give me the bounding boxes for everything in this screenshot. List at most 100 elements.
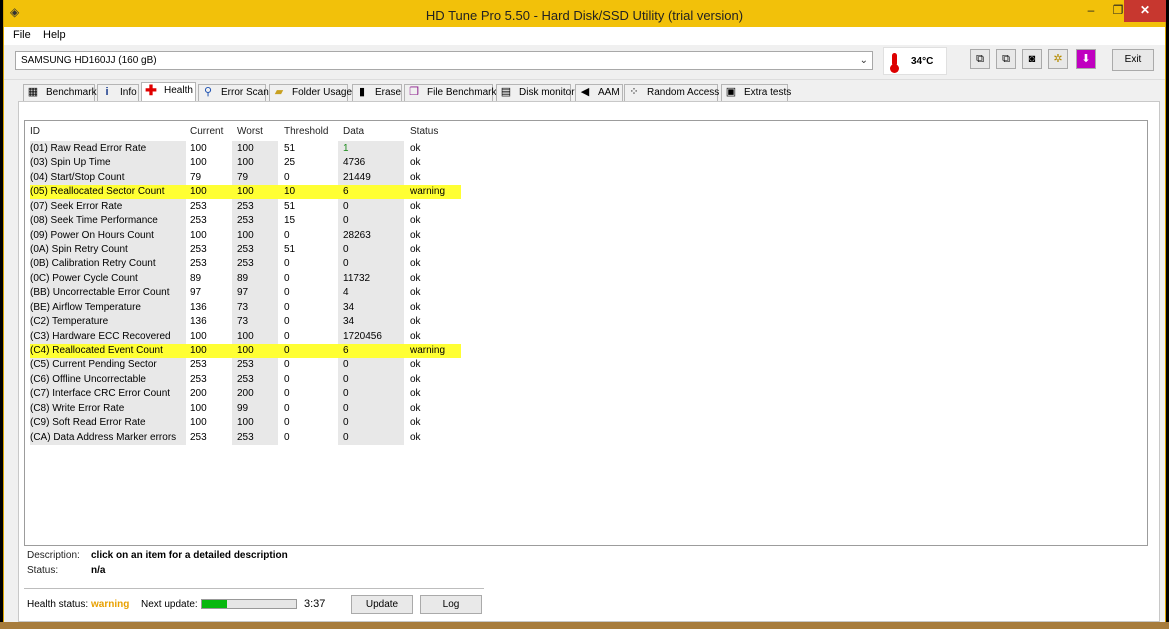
cell-data: 0 xyxy=(343,200,349,212)
cell-current: 100 xyxy=(190,143,207,154)
cell-current: 253 xyxy=(190,215,207,227)
tab-error-scan[interactable]: ⚲ Error Scan xyxy=(198,84,269,101)
table-row[interactable]: (01) Raw Read Error Rate 100 100 51 1 ok xyxy=(30,142,461,156)
table-row[interactable]: (C2) Temperature 136 73 0 34 ok xyxy=(30,315,461,329)
tab-info[interactable]: i Info xyxy=(97,84,139,101)
minimize-button[interactable]: – xyxy=(1078,0,1104,22)
col-header-id[interactable]: ID xyxy=(30,126,40,137)
tab-file-benchmark[interactable]: ❐ File Benchmark xyxy=(404,84,496,101)
table-row[interactable]: (0C) Power Cycle Count 89 89 0 11732 ok xyxy=(30,272,461,286)
table-row[interactable]: (07) Seek Error Rate 253 253 51 0 ok xyxy=(30,200,461,214)
options-button[interactable]: ✲ xyxy=(1048,49,1068,69)
cell-threshold: 0 xyxy=(284,330,290,342)
cell-data: 4 xyxy=(343,287,349,299)
cell-worst: 253 xyxy=(237,431,254,443)
taskbar[interactable] xyxy=(0,622,1169,629)
cell-status: ok xyxy=(410,301,421,313)
tab-extra-tests[interactable]: ▣ Extra tests xyxy=(721,84,791,101)
tab-health[interactable]: ✚ Health xyxy=(141,82,196,102)
title-bar[interactable]: ◈ HD Tune Pro 5.50 - Hard Disk/SSD Utili… xyxy=(4,0,1166,27)
cell-data: 0 xyxy=(343,402,349,414)
cell-worst: 253 xyxy=(237,200,254,212)
chevron-down-icon[interactable]: ⌄ xyxy=(860,52,868,69)
cell-status: ok xyxy=(410,431,421,443)
table-row[interactable]: (C8) Write Error Rate 100 99 0 0 ok xyxy=(30,402,461,416)
log-button[interactable]: Log xyxy=(420,595,482,614)
col-header-status[interactable]: Status xyxy=(410,126,438,137)
copy-text-button[interactable]: ⧉ xyxy=(970,49,990,69)
smart-attribute-list[interactable]: ID Current Worst Threshold Data Status (… xyxy=(24,120,1148,546)
cell-status: ok xyxy=(410,287,421,299)
cell-data: 1 xyxy=(343,143,349,154)
cell-status: ok xyxy=(410,157,421,169)
cell-status: warning xyxy=(410,345,446,357)
cell-threshold: 0 xyxy=(284,373,290,385)
save-button[interactable]: ⬇ xyxy=(1076,49,1096,69)
cell-status: ok xyxy=(410,359,421,371)
camera-icon: ◙ xyxy=(1028,53,1036,65)
menu-help[interactable]: Help xyxy=(43,29,66,41)
table-row[interactable]: (C6) Offline Uncorrectable 253 253 0 0 ok xyxy=(30,373,461,387)
cell-id: (C4) Reallocated Event Count xyxy=(30,345,163,357)
table-row[interactable]: (BE) Airflow Temperature 136 73 0 34 ok xyxy=(30,301,461,315)
cell-id: (08) Seek Time Performance xyxy=(30,215,158,227)
footer-divider xyxy=(24,588,484,589)
cell-data: 11732 xyxy=(343,272,371,284)
copy-all-button[interactable]: ⧉ xyxy=(996,49,1016,69)
cell-threshold: 0 xyxy=(284,272,290,284)
cell-current: 100 xyxy=(190,330,207,342)
drive-select[interactable]: SAMSUNG HD160JJ (160 gB) ⌄ xyxy=(15,51,873,70)
col-header-current[interactable]: Current xyxy=(190,126,223,137)
tab-erase[interactable]: ▮ Erase xyxy=(352,84,402,101)
table-row[interactable]: (08) Seek Time Performance 253 253 15 0 ok xyxy=(30,214,461,228)
table-row[interactable]: (09) Power On Hours Count 100 100 0 28263 ok xyxy=(30,229,461,243)
cell-current: 100 xyxy=(190,186,207,198)
tab-folder-usage[interactable]: ▰ Folder Usage xyxy=(269,84,352,101)
cell-threshold: 0 xyxy=(284,258,290,270)
cell-data: 28263 xyxy=(343,229,371,241)
cell-status: ok xyxy=(410,229,421,241)
cell-data: 34 xyxy=(343,316,355,328)
col-header-worst[interactable]: Worst xyxy=(237,126,263,137)
close-button[interactable]: ✕ xyxy=(1124,0,1166,22)
cell-data: 0 xyxy=(343,373,349,385)
table-row[interactable]: (0A) Spin Retry Count 253 253 51 0 ok xyxy=(30,243,461,257)
table-row[interactable]: (C4) Reallocated Event Count 100 100 0 6 warn… xyxy=(30,344,461,359)
table-row[interactable]: (0B) Calibration Retry Count 253 253 0 0 ok xyxy=(30,257,461,271)
cell-data: 21449 xyxy=(343,171,371,183)
table-row[interactable]: (CA) Data Address Marker errors 253 253 0 0 o… xyxy=(30,431,461,445)
toolbar: SAMSUNG HD160JJ (160 gB) ⌄ 34°C ⧉ ⧉ ◙ ✲ … xyxy=(4,45,1165,80)
cell-status: ok xyxy=(410,272,421,284)
table-row[interactable]: (C5) Current Pending Sector 253 253 0 0 ok xyxy=(30,358,461,372)
col-header-data[interactable]: Data xyxy=(343,126,364,137)
cell-worst: 253 xyxy=(237,215,254,227)
tab-random-access[interactable]: ⁘ Random Access xyxy=(624,84,719,101)
tab-disk-monitor[interactable]: ▤ Disk monitor xyxy=(496,84,575,101)
screenshot-button[interactable]: ◙ xyxy=(1022,49,1042,69)
cell-status: ok xyxy=(410,215,421,227)
table-row[interactable]: (C7) Interface CRC Error Count 200 200 0 0 ok xyxy=(30,387,461,401)
cell-worst: 253 xyxy=(237,258,254,270)
table-row[interactable]: (C9) Soft Read Error Rate 100 100 0 0 ok xyxy=(30,416,461,430)
table-row[interactable]: (04) Start/Stop Count 79 79 0 21449 ok xyxy=(30,171,461,185)
menu-file[interactable]: File xyxy=(13,29,31,41)
cell-threshold: 15 xyxy=(284,215,296,227)
col-header-threshold[interactable]: Threshold xyxy=(284,126,328,137)
cell-id: (C6) Offline Uncorrectable xyxy=(30,373,146,385)
exit-button[interactable]: Exit xyxy=(1112,49,1154,71)
description-label: Description: xyxy=(27,550,80,561)
file-benchmark-icon: ❐ xyxy=(409,86,419,98)
update-button[interactable]: Update xyxy=(351,595,413,614)
tab-aam[interactable]: ◀ AAM xyxy=(575,84,623,101)
cell-current: 253 xyxy=(190,373,207,385)
tab-benchmark[interactable]: ▦ Benchmark xyxy=(23,84,97,101)
table-row[interactable]: (03) Spin Up Time 100 100 25 4736 ok xyxy=(30,156,461,170)
table-row[interactable]: (C3) Hardware ECC Recovered 100 100 0 172045… xyxy=(30,330,461,344)
cell-status: ok xyxy=(410,316,421,328)
magnifier-icon: ⚲ xyxy=(203,86,213,98)
table-row[interactable]: (BB) Uncorrectable Error Count 97 97 0 4 ok xyxy=(30,286,461,300)
cell-worst: 73 xyxy=(237,301,249,313)
cell-data: 0 xyxy=(343,258,349,270)
cell-current: 100 xyxy=(190,157,207,169)
table-row[interactable]: (05) Reallocated Sector Count 100 100 10 6 wa… xyxy=(30,185,461,200)
